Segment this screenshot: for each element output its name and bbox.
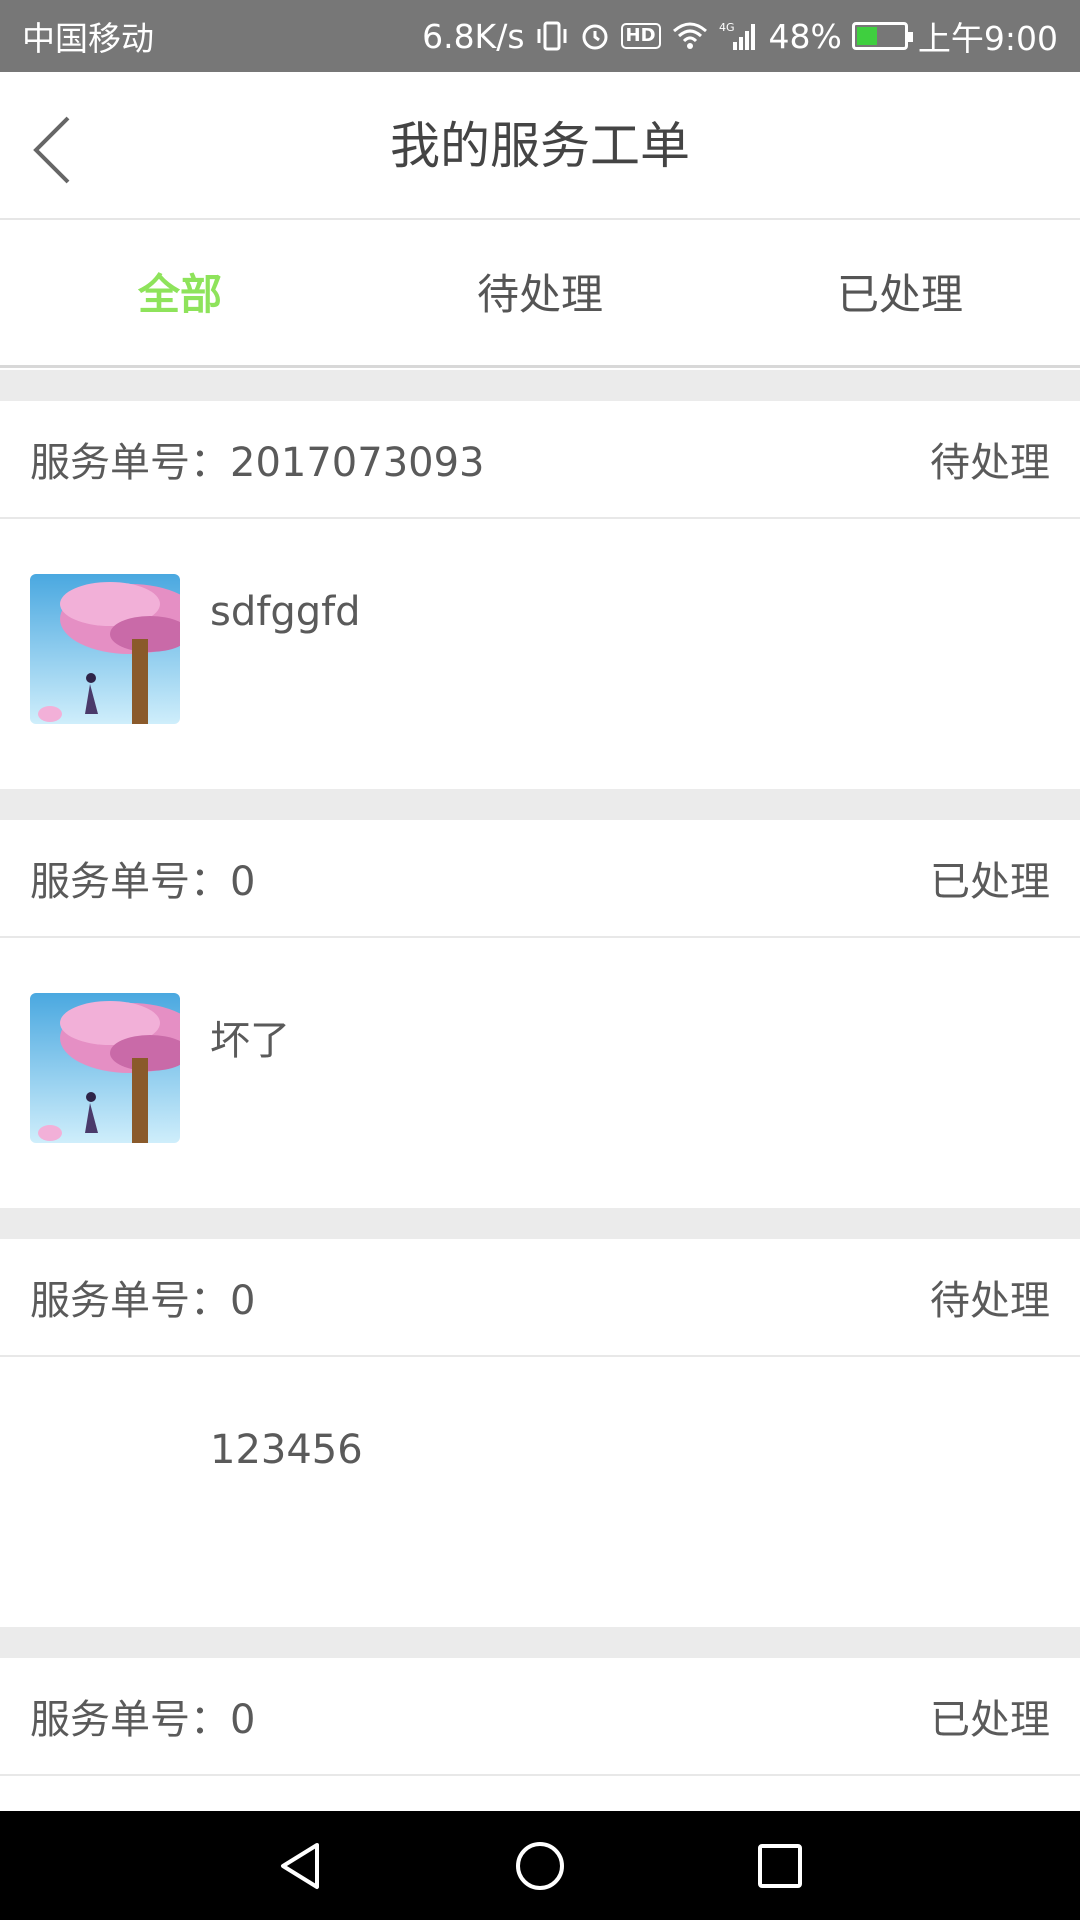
order-header: 服务单号：0 已处理 <box>0 1658 1080 1776</box>
battery-icon <box>851 22 913 50</box>
order-number-value: 0 <box>230 1697 256 1743</box>
status-bar: 中国移动 6.8K/s HD 4G 48% 上午9:00 <box>0 0 1080 72</box>
square-recents-icon <box>758 1843 802 1888</box>
alarm-icon <box>579 20 611 52</box>
order-number-prefix: 服务单号： <box>30 1278 230 1324</box>
order-number-value: 0 <box>230 1278 256 1324</box>
order-description: sdfggfd <box>210 589 361 635</box>
nav-home-button[interactable] <box>495 1821 585 1911</box>
order-card[interactable]: 服务单号：2017073093 待处理 sdfggfd <box>0 401 1080 789</box>
tab-all[interactable]: 全部 <box>0 222 360 365</box>
circle-home-icon <box>516 1841 564 1890</box>
order-status: 待处理 <box>930 1278 1050 1324</box>
clock: 上午9:00 <box>917 19 1058 58</box>
vibrate-icon <box>535 20 569 52</box>
order-description: 123456 <box>210 1427 363 1473</box>
order-number: 服务单号：0 <box>30 1268 930 1326</box>
status-icons: 6.8K/s HD 4G 48% 上午9:00 <box>422 12 1058 60</box>
order-status: 待处理 <box>930 440 1050 486</box>
app-header: 我的服务工单 <box>0 72 1080 220</box>
page-title: 我的服务工单 <box>390 117 690 175</box>
order-body: 123456 <box>0 1357 1080 1627</box>
carrier-label: 中国移动 <box>22 19 154 58</box>
order-number-prefix: 服务单号： <box>30 859 230 905</box>
nav-recents-button[interactable] <box>735 1821 825 1911</box>
order-body: sdfggfd <box>0 519 1080 789</box>
order-header: 服务单号：0 已处理 <box>0 820 1080 938</box>
tab-processed[interactable]: 已处理 <box>720 222 1080 365</box>
order-number: 服务单号：0 <box>30 849 930 907</box>
order-card[interactable]: 服务单号：0 已处理 <box>0 1658 1080 1776</box>
order-number-prefix: 服务单号： <box>30 440 230 486</box>
list-divider <box>0 1627 1080 1658</box>
order-status: 已处理 <box>930 1697 1050 1743</box>
nav-back-button[interactable] <box>255 1821 345 1911</box>
order-header: 服务单号：2017073093 待处理 <box>0 401 1080 519</box>
order-number: 服务单号：0 <box>30 1687 930 1745</box>
order-list: 服务单号：2017073093 待处理 sdfggfd 服务单号：0 已处理 坏… <box>0 370 1080 1776</box>
battery-fill <box>856 27 877 45</box>
order-header: 服务单号：0 待处理 <box>0 1239 1080 1357</box>
filter-tabs: 全部 待处理 已处理 <box>0 222 1080 368</box>
list-divider <box>0 370 1080 401</box>
system-nav-bar <box>0 1811 1080 1920</box>
order-thumbnail <box>30 993 180 1143</box>
network-speed: 6.8K/s <box>422 16 525 56</box>
battery-percent: 48% <box>768 16 842 56</box>
order-card[interactable]: 服务单号：0 已处理 坏了 <box>0 820 1080 1208</box>
order-number-value: 2017073093 <box>230 440 485 486</box>
list-divider <box>0 789 1080 820</box>
order-body: 坏了 <box>0 938 1080 1208</box>
order-status: 已处理 <box>930 859 1050 905</box>
triangle-back-icon <box>281 1842 319 1889</box>
order-number-prefix: 服务单号： <box>30 1697 230 1743</box>
tab-pending[interactable]: 待处理 <box>360 222 720 365</box>
wifi-icon <box>671 21 709 51</box>
order-description: 坏了 <box>210 1018 290 1064</box>
order-card[interactable]: 服务单号：0 待处理 123456 <box>0 1239 1080 1627</box>
signal-icon: 4G <box>719 20 759 52</box>
order-number: 服务单号：2017073093 <box>30 430 930 488</box>
order-number-value: 0 <box>230 859 256 905</box>
hd-icon: HD <box>620 23 661 49</box>
order-thumbnail <box>30 574 180 724</box>
network-type-label: 4G <box>719 21 735 34</box>
list-divider <box>0 1208 1080 1239</box>
